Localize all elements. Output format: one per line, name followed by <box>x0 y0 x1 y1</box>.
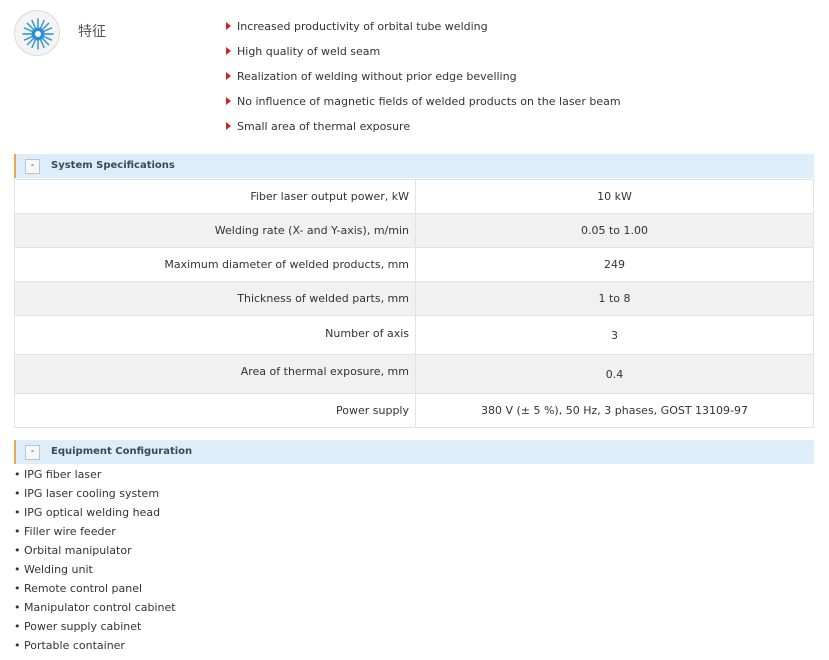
spec-value: 10 kW <box>415 179 814 214</box>
feature-item: No influence of magnetic fields of welde… <box>226 93 621 118</box>
collapse-button[interactable]: - <box>25 445 40 460</box>
features-title: 特征 <box>78 24 106 40</box>
red-arrow-icon <box>226 47 231 55</box>
list-item: • Welding unit <box>14 563 93 576</box>
spec-table: Fiber laser output power, kW 10 kW Weldi… <box>14 179 814 428</box>
feature-text: No influence of magnetic fields of welde… <box>237 95 621 108</box>
laser-burst-icon <box>14 10 60 56</box>
system-specs-header[interactable]: - System Specifications <box>14 154 814 178</box>
feature-item: Increased productivity of orbital tube w… <box>226 18 621 43</box>
spec-value: 1 to 8 <box>415 281 814 316</box>
spec-label: Number of axis <box>14 315 416 355</box>
table-row: Thickness of welded parts, mm 1 to 8 <box>14 281 814 316</box>
red-arrow-icon <box>226 122 231 130</box>
table-row: Area of thermal exposure, mm 0.4 <box>14 354 814 394</box>
table-row: Fiber laser output power, kW 10 kW <box>14 179 814 214</box>
feature-item: Small area of thermal exposure <box>226 118 621 143</box>
red-arrow-icon <box>226 72 231 80</box>
equipment-config-header[interactable]: - Equipment Configuration <box>14 440 814 464</box>
feature-text: Realization of welding without prior edg… <box>237 70 517 83</box>
section-title: Equipment Configuration <box>51 446 193 457</box>
list-item: • Power supply cabinet <box>14 620 142 633</box>
list-item: • IPG fiber laser <box>14 468 102 481</box>
list-item: • IPG laser cooling system <box>14 487 160 500</box>
red-arrow-icon <box>226 22 231 30</box>
red-arrow-icon <box>226 97 231 105</box>
feature-list: Increased productivity of orbital tube w… <box>226 18 621 143</box>
features-section: 特征 Increased productivity of orbital tub… <box>0 0 829 145</box>
list-item: • Remote control panel <box>14 582 143 595</box>
spec-value: 3 <box>415 315 814 355</box>
feature-item: Realization of welding without prior edg… <box>226 68 621 93</box>
spec-label: Welding rate (X- and Y-axis), m/min <box>14 213 416 248</box>
spec-label: Power supply <box>14 393 416 428</box>
feature-item: High quality of weld seam <box>226 43 621 68</box>
list-item: • Portable container <box>14 639 125 652</box>
table-row: Maximum diameter of welded products, mm … <box>14 247 814 282</box>
table-row: Number of axis 3 <box>14 315 814 355</box>
list-item: • Orbital manipulator <box>14 544 132 557</box>
section-title: System Specifications <box>51 160 175 171</box>
list-item: • IPG optical welding head <box>14 506 161 519</box>
equipment-list: • IPG fiber laser • IPG laser cooling sy… <box>14 465 176 655</box>
spec-value: 0.05 to 1.00 <box>415 213 814 248</box>
spec-label: Thickness of welded parts, mm <box>14 281 416 316</box>
spec-label: Fiber laser output power, kW <box>14 179 416 214</box>
collapse-button[interactable]: - <box>25 159 40 174</box>
feature-text: Small area of thermal exposure <box>237 120 411 133</box>
spec-value: 0.4 <box>415 354 814 394</box>
feature-text: High quality of weld seam <box>237 45 381 58</box>
spec-value: 380 V (± 5 %), 50 Hz, 3 phases, GOST 131… <box>415 393 814 428</box>
feature-text: Increased productivity of orbital tube w… <box>237 20 488 33</box>
table-row: Welding rate (X- and Y-axis), m/min 0.05… <box>14 213 814 248</box>
list-item: • Filler wire feeder <box>14 525 116 538</box>
list-item: • Manipulator control cabinet <box>14 601 176 614</box>
spec-value: 249 <box>415 247 814 282</box>
spec-label: Area of thermal exposure, mm <box>14 354 416 394</box>
spec-label: Maximum diameter of welded products, mm <box>14 247 416 282</box>
table-row: Power supply 380 V (± 5 %), 50 Hz, 3 pha… <box>14 393 814 428</box>
